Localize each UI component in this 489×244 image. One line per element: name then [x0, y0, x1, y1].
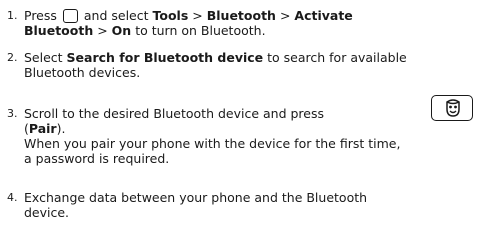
step-text: Select Search for Bluetooth device to se… — [24, 50, 484, 80]
menu-search-bluetooth: Search for Bluetooth device — [66, 50, 264, 65]
step-text: Scroll to the desired Bluetooth device a… — [24, 106, 484, 166]
step-number: 3. — [7, 107, 18, 120]
text-fragment: and select — [83, 8, 149, 23]
menu-path-activate-bluetooth: Bluetooth — [24, 23, 94, 38]
smiley-key-icon — [431, 95, 473, 121]
path-separator: > — [192, 8, 203, 23]
text-fragment: Bluetooth devices. — [24, 65, 141, 80]
path-separator: > — [97, 23, 108, 38]
text-fragment: to search for available — [267, 50, 407, 65]
text-fragment: Select — [24, 50, 63, 65]
text-fragment: Press — [24, 8, 57, 23]
path-separator: > — [279, 8, 291, 23]
text-fragment: ). — [56, 121, 66, 136]
smiley-face-glyph — [446, 99, 460, 117]
menu-path-bluetooth: Bluetooth — [206, 8, 276, 23]
step-text: Exchange data between your phone and the… — [24, 190, 484, 220]
text-fragment: Exchange data between your phone and the… — [24, 190, 368, 205]
pair-label: Pair — [28, 121, 57, 136]
menu-key-icon — [62, 9, 78, 23]
menu-path-tools: Tools — [152, 8, 189, 23]
step-number: 2. — [7, 51, 18, 64]
text-fragment: When you pair your phone with the device… — [24, 136, 401, 151]
text-fragment: to turn on Bluetooth. — [135, 23, 266, 38]
step-number: 4. — [7, 191, 18, 204]
step-number: 1. — [7, 9, 18, 22]
step-text: Press and select Tools > Bluetooth > Act… — [24, 8, 484, 38]
menu-path-on: On — [111, 23, 132, 38]
text-fragment: a password is required. — [24, 151, 170, 166]
text-fragment: Scroll to the desired Bluetooth device a… — [24, 106, 325, 121]
menu-path-activate: Activate — [294, 8, 353, 23]
text-fragment: device. — [24, 205, 70, 220]
